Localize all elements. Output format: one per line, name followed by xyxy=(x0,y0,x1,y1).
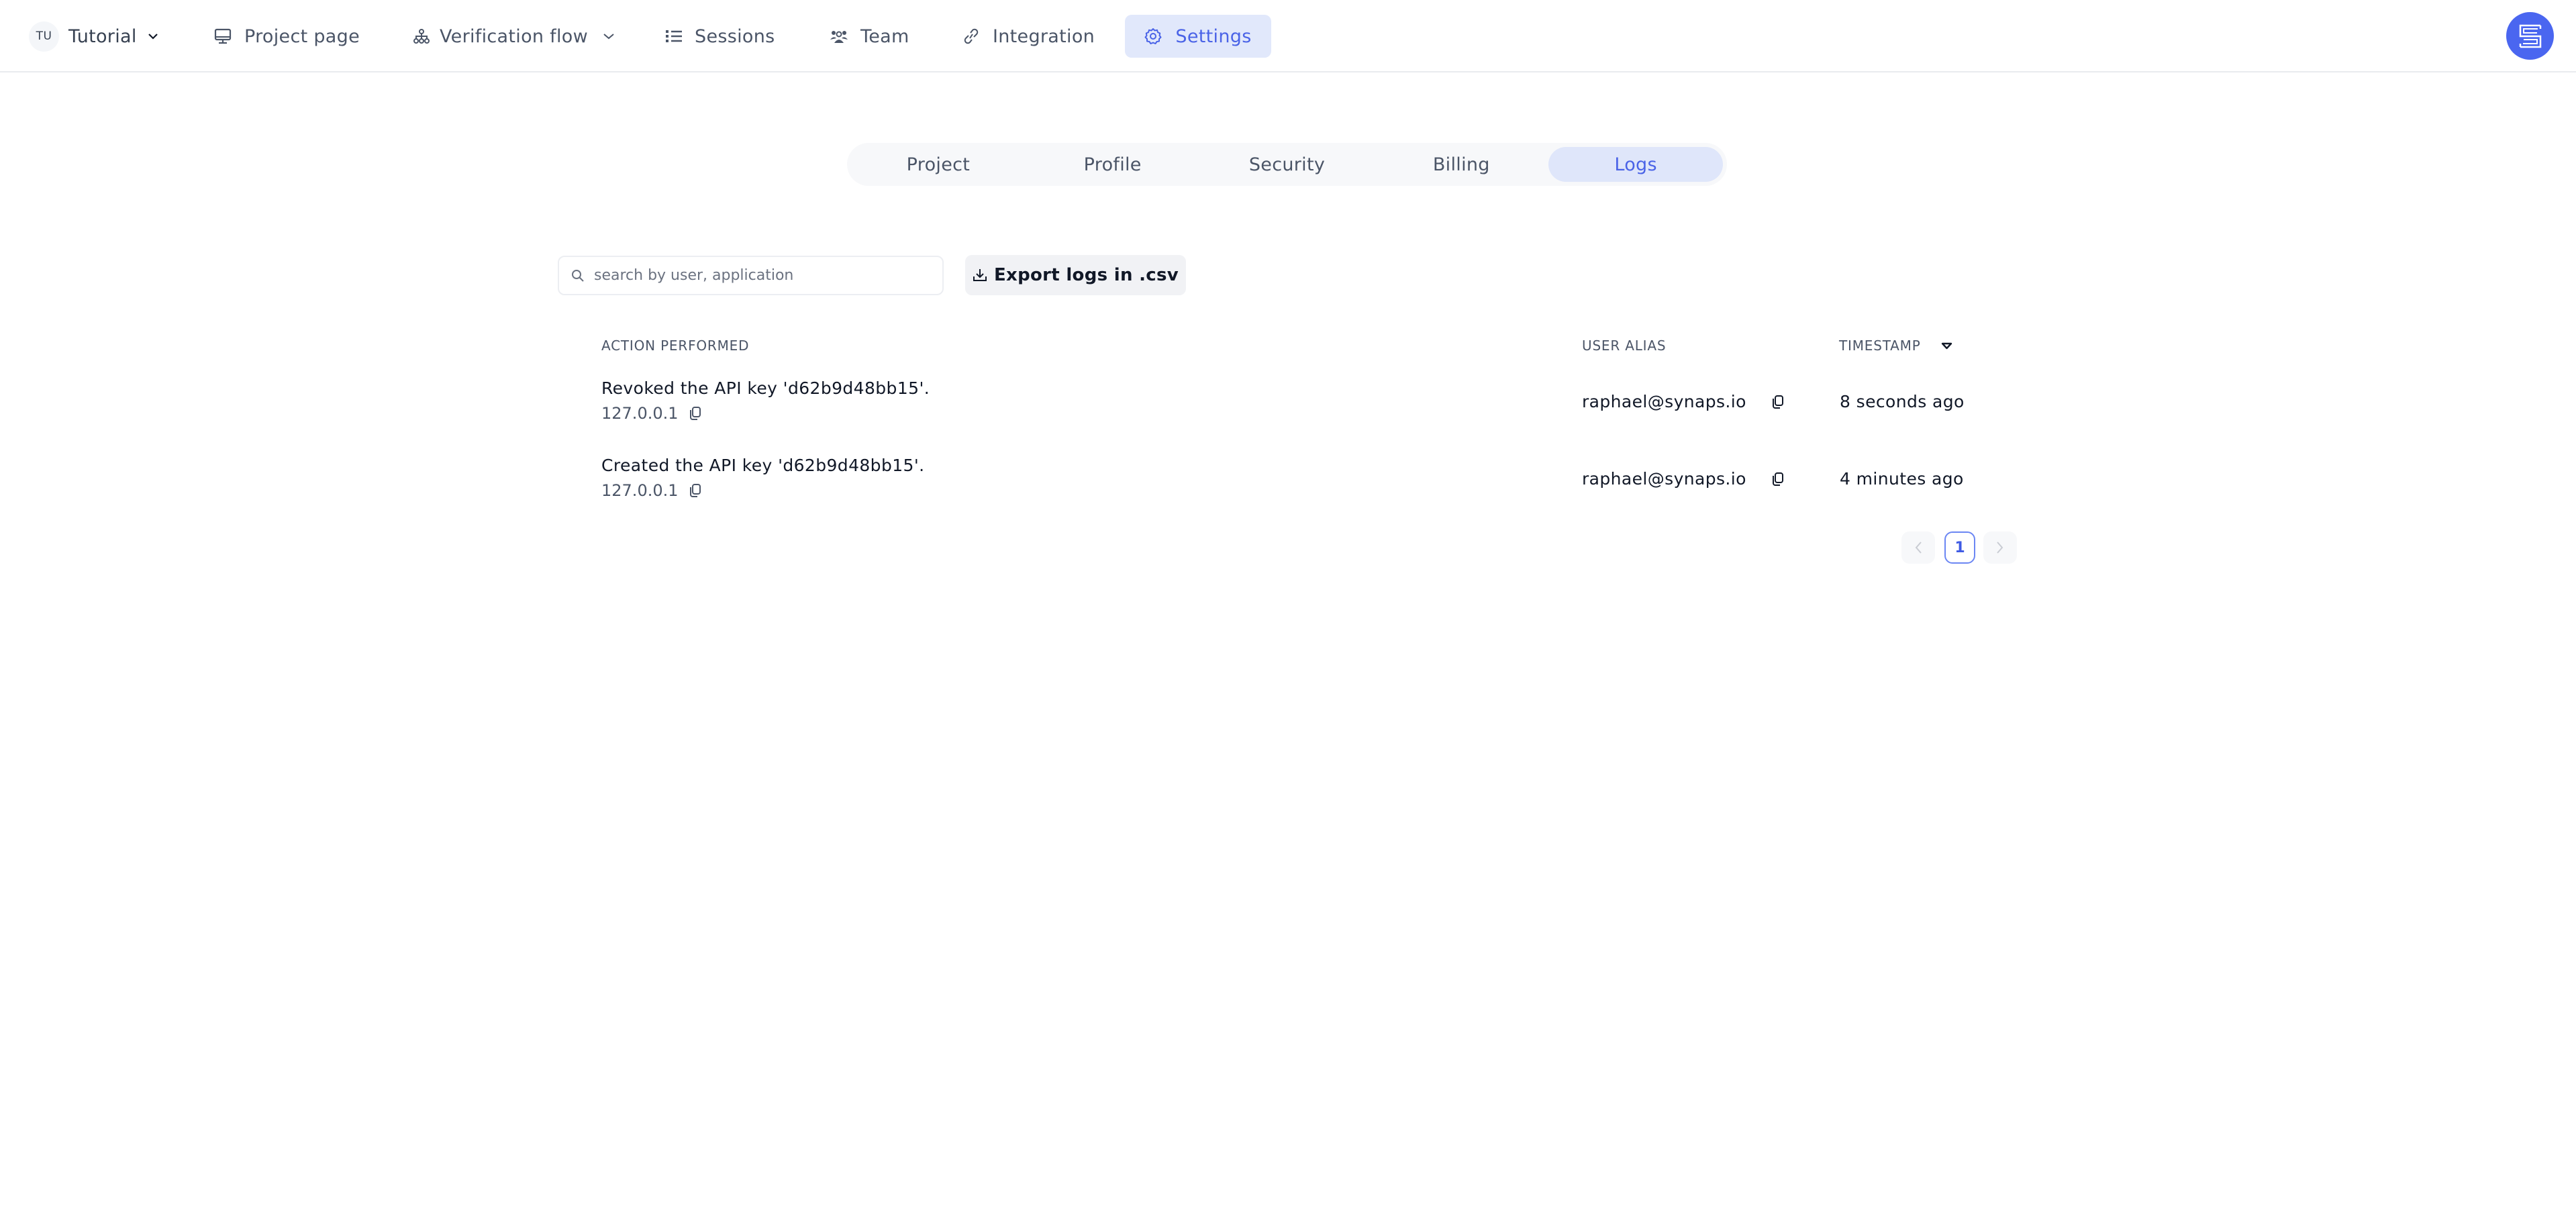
user-email: raphael@synaps.io xyxy=(1582,469,1746,489)
column-header-timestamp[interactable]: TIMESTAMP xyxy=(1839,338,1952,354)
sort-desc-icon[interactable] xyxy=(1941,342,1952,350)
tab-security[interactable]: Security xyxy=(1200,147,1375,182)
workspace-avatar: TU xyxy=(29,21,59,52)
timestamp: 4 minutes ago xyxy=(1840,469,1964,489)
tab-project[interactable]: Project xyxy=(851,147,1026,182)
copy-icon[interactable] xyxy=(688,406,701,421)
copy-icon[interactable] xyxy=(1771,472,1784,487)
chevron-down-icon xyxy=(148,33,158,40)
tab-billing[interactable]: Billing xyxy=(1374,147,1548,182)
nav-verification-flow[interactable]: Verification flow xyxy=(413,15,615,58)
export-csv-button[interactable]: Export logs in .csv xyxy=(965,255,1186,295)
nav-project-page[interactable]: Project page xyxy=(214,15,360,58)
export-label: Export logs in .csv xyxy=(993,265,1179,285)
previous-page-button[interactable] xyxy=(1901,531,1935,564)
settings-tabs: Project Profile Security Billing Logs xyxy=(847,143,1727,186)
action-text: Created the API key 'd62b9d48bb15'. xyxy=(601,456,925,475)
ip-address: 127.0.0.1 xyxy=(601,481,701,500)
nav-label: Project page xyxy=(244,26,360,47)
chevron-left-icon xyxy=(1914,541,1922,554)
nav-label: Verification flow xyxy=(440,26,588,47)
action-text: Revoked the API key 'd62b9d48bb15'. xyxy=(601,378,930,398)
chevron-down-icon xyxy=(603,33,615,40)
column-header-action: ACTION PERFORMED xyxy=(601,338,750,354)
tab-logs[interactable]: Logs xyxy=(1548,147,1723,182)
ip-text: 127.0.0.1 xyxy=(601,404,679,423)
nav-sessions[interactable]: Sessions xyxy=(665,15,775,58)
user-alias: raphael@synaps.io xyxy=(1582,392,1784,411)
nav-integration[interactable]: Integration xyxy=(962,15,1095,58)
page-button-current[interactable]: 1 xyxy=(1944,531,1975,564)
link-icon xyxy=(962,28,980,44)
copy-icon[interactable] xyxy=(1771,395,1784,409)
synaps-logo[interactable] xyxy=(2506,12,2554,60)
sitemap-icon xyxy=(413,28,430,44)
next-page-button[interactable] xyxy=(1983,531,2017,564)
search-field[interactable] xyxy=(558,256,944,295)
nav-team[interactable]: Team xyxy=(830,15,909,58)
nav-label: Sessions xyxy=(695,26,775,47)
list-icon xyxy=(665,28,683,44)
workspace-name: Tutorial xyxy=(68,26,137,47)
nav-label: Team xyxy=(860,26,909,47)
nav-label: Integration xyxy=(993,26,1095,47)
workspace-initials: TU xyxy=(36,30,52,43)
nav-label: Settings xyxy=(1175,26,1252,47)
download-icon xyxy=(973,268,994,283)
timestamp: 8 seconds ago xyxy=(1840,392,1965,411)
gear-icon xyxy=(1144,28,1162,45)
monitor-icon xyxy=(214,28,232,44)
chevron-right-icon xyxy=(1996,541,2004,554)
search-icon xyxy=(571,269,585,283)
ip-text: 127.0.0.1 xyxy=(601,481,679,500)
team-icon xyxy=(830,28,848,44)
ip-address: 127.0.0.1 xyxy=(601,404,701,423)
timestamp-header-label: TIMESTAMP xyxy=(1839,338,1921,354)
nav-settings[interactable]: Settings xyxy=(1125,15,1271,58)
user-email: raphael@synaps.io xyxy=(1582,392,1746,411)
user-alias: raphael@synaps.io xyxy=(1582,469,1784,489)
workspace-switcher[interactable]: TU Tutorial xyxy=(29,15,158,58)
top-navigation: TU Tutorial Project page Verification fl… xyxy=(0,0,2576,72)
search-input[interactable] xyxy=(594,267,916,284)
copy-icon[interactable] xyxy=(688,483,701,498)
column-header-user: USER ALIAS xyxy=(1582,338,1667,354)
logo-icon xyxy=(2518,23,2543,49)
tab-profile[interactable]: Profile xyxy=(1026,147,1200,182)
